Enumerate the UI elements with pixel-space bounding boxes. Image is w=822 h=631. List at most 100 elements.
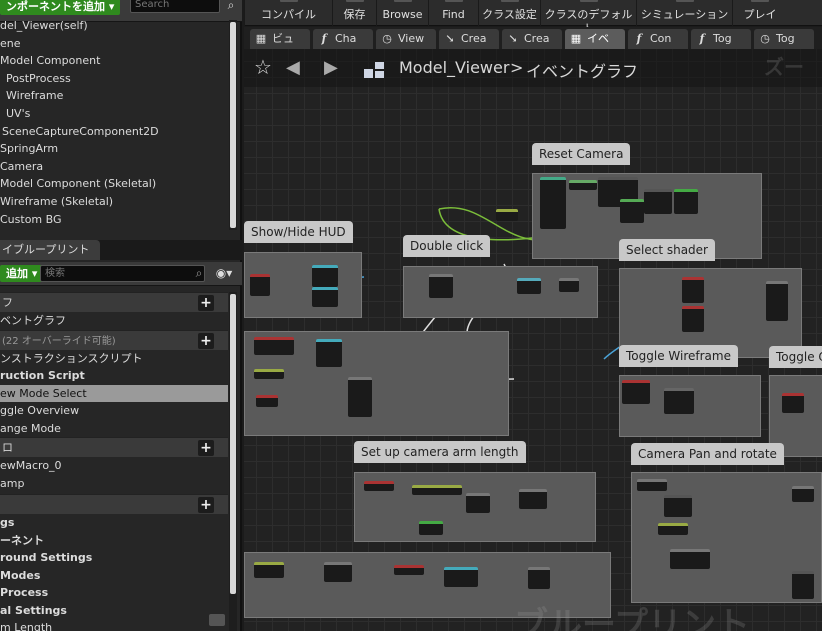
search-icon[interactable]: ⌕: [222, 0, 240, 14]
forward-arrow-icon[interactable]: ▶: [324, 57, 338, 78]
components-scrollbar[interactable]: [229, 20, 237, 230]
toolbar-button[interactable]: コンパイル: [244, 0, 332, 26]
graph-node[interactable]: [348, 377, 372, 417]
star-icon[interactable]: ☆: [254, 55, 272, 79]
blueprint-member-item[interactable]: al Settings: [0, 602, 228, 620]
components-search-input[interactable]: Search: [130, 0, 220, 13]
component-item[interactable]: Model Component: [0, 52, 228, 70]
toolbar-button[interactable]: シミュレーション: [636, 0, 732, 26]
blueprint-member-item[interactable]: Modes: [0, 567, 228, 585]
blueprint-member-item[interactable]: ggle Overview: [0, 402, 228, 420]
doc-tab[interactable]: ◷ Tog: [754, 29, 814, 49]
graph-node[interactable]: [419, 521, 443, 535]
graph-node[interactable]: [312, 265, 338, 287]
comment-label[interactable]: Toggle Wireframe: [619, 345, 738, 367]
back-arrow-icon[interactable]: ◀: [286, 57, 300, 78]
blueprint-member-item[interactable]: ベントグラフ: [0, 312, 228, 330]
doc-tab[interactable]: f Con: [628, 29, 688, 49]
blueprint-scroll-thumb[interactable]: [230, 294, 236, 594]
graph-node[interactable]: [254, 562, 284, 578]
graph-node[interactable]: [670, 549, 710, 569]
graph-node[interactable]: [782, 393, 804, 413]
toolbar-button[interactable]: 保存: [332, 0, 376, 26]
component-item[interactable]: Camera: [0, 158, 228, 176]
blueprint-member-item[interactable]: m Length: [0, 619, 228, 631]
doc-tab[interactable]: f Tog: [691, 29, 751, 49]
comment-label[interactable]: Reset Camera: [532, 143, 631, 165]
blueprint-member-item[interactable]: gs: [0, 514, 228, 532]
add-new-button[interactable]: 追加 ▾: [0, 265, 44, 282]
component-item[interactable]: Model Component (Skeletal): [0, 175, 228, 193]
component-item[interactable]: Wireframe: [0, 87, 228, 105]
graph-node[interactable]: [364, 481, 394, 491]
tab-my-blueprint[interactable]: イブループリント ×: [0, 240, 100, 276]
doc-tab[interactable]: ▦ イベ: [565, 29, 625, 49]
graph-node[interactable]: [622, 380, 650, 404]
graph-node[interactable]: [569, 180, 597, 190]
doc-tab[interactable]: ◷ View: [376, 29, 436, 49]
graph-node[interactable]: [658, 523, 688, 535]
doc-tab[interactable]: ↘ Crea: [502, 29, 562, 49]
blueprint-section-header[interactable]: ロ +: [0, 437, 228, 457]
graph-node[interactable]: [620, 199, 644, 223]
blueprint-member-item[interactable]: amp: [0, 475, 228, 493]
blueprint-section-header[interactable]: フ +: [0, 292, 228, 312]
graph-node[interactable]: [412, 485, 462, 495]
graph-node[interactable]: [528, 567, 550, 589]
components-scroll-thumb[interactable]: [230, 22, 236, 228]
graph-node[interactable]: [312, 287, 338, 307]
component-item[interactable]: del_Viewer(self): [0, 17, 228, 35]
graph-node[interactable]: [466, 493, 490, 513]
component-item[interactable]: ene: [0, 35, 228, 53]
doc-tab[interactable]: ↘ Crea: [439, 29, 499, 49]
blueprint-scrollbar[interactable]: [229, 292, 237, 631]
component-item[interactable]: SceneCaptureComponent2D: [0, 123, 228, 141]
graph-node[interactable]: [682, 306, 704, 332]
graph-node[interactable]: [540, 177, 566, 229]
blueprint-search-input[interactable]: 検索: [40, 265, 205, 282]
comment-label[interactable]: Camera Pan and rotate: [631, 443, 784, 465]
toolbar-button[interactable]: Find: [428, 0, 478, 26]
comment-label[interactable]: Toggle Ov: [769, 346, 822, 368]
toolbar-button[interactable]: クラス設定: [478, 0, 540, 26]
blueprint-member-item[interactable]: round Settings: [0, 549, 228, 567]
component-item[interactable]: SpringArm: [0, 140, 228, 158]
graph-node[interactable]: [644, 189, 672, 214]
blueprint-member-item[interactable]: Process: [0, 584, 228, 602]
add-member-button[interactable]: +: [198, 295, 214, 311]
comment-label[interactable]: Select shader: [619, 239, 715, 261]
graph-node[interactable]: [429, 274, 453, 298]
graph-node[interactable]: [664, 495, 692, 517]
graph-node[interactable]: [517, 278, 541, 294]
graph-node[interactable]: [254, 369, 284, 379]
toolbar-button[interactable]: Browse: [376, 0, 428, 26]
blueprint-member-item[interactable]: ンストラクションスクリプト: [0, 350, 228, 368]
graph-node[interactable]: [637, 479, 667, 491]
graph-node[interactable]: [674, 189, 698, 214]
graph-node[interactable]: [519, 489, 547, 509]
comment-label[interactable]: Show/Hide HUD: [244, 221, 353, 243]
graph-node[interactable]: [444, 567, 478, 587]
blueprint-member-item[interactable]: ewMacro_0: [0, 457, 228, 475]
graph-node[interactable]: [254, 337, 294, 355]
blueprint-section-header[interactable]: +: [0, 494, 228, 514]
graph-node[interactable]: [682, 277, 704, 303]
doc-tab[interactable]: ▦ ビュ: [250, 29, 310, 49]
doc-tab[interactable]: f Cha: [313, 29, 373, 49]
add-member-button[interactable]: +: [198, 440, 214, 456]
toolbar-button[interactable]: クラスのデフォルト: [540, 0, 636, 35]
blueprint-member-item[interactable]: ruction Script: [0, 367, 228, 385]
graph-node[interactable]: [324, 562, 352, 582]
event-graph-canvas[interactable]: Reset Camera Show/Hide HUD Double click Sel…: [244, 49, 822, 631]
component-item[interactable]: Custom BG: [0, 211, 228, 229]
add-component-button[interactable]: ンポーネントを追加 ▾: [0, 0, 121, 15]
comment-label[interactable]: Set up camera arm length: [354, 441, 526, 463]
add-member-button[interactable]: +: [198, 497, 214, 513]
collapse-icon[interactable]: [209, 614, 225, 626]
graph-node[interactable]: [559, 278, 579, 292]
graph-node[interactable]: [792, 571, 814, 599]
eye-visibility-icon[interactable]: ◉▾: [210, 265, 238, 282]
component-item[interactable]: PostProcess: [0, 70, 228, 88]
graph-node[interactable]: [394, 565, 424, 575]
graph-node[interactable]: [250, 274, 270, 296]
